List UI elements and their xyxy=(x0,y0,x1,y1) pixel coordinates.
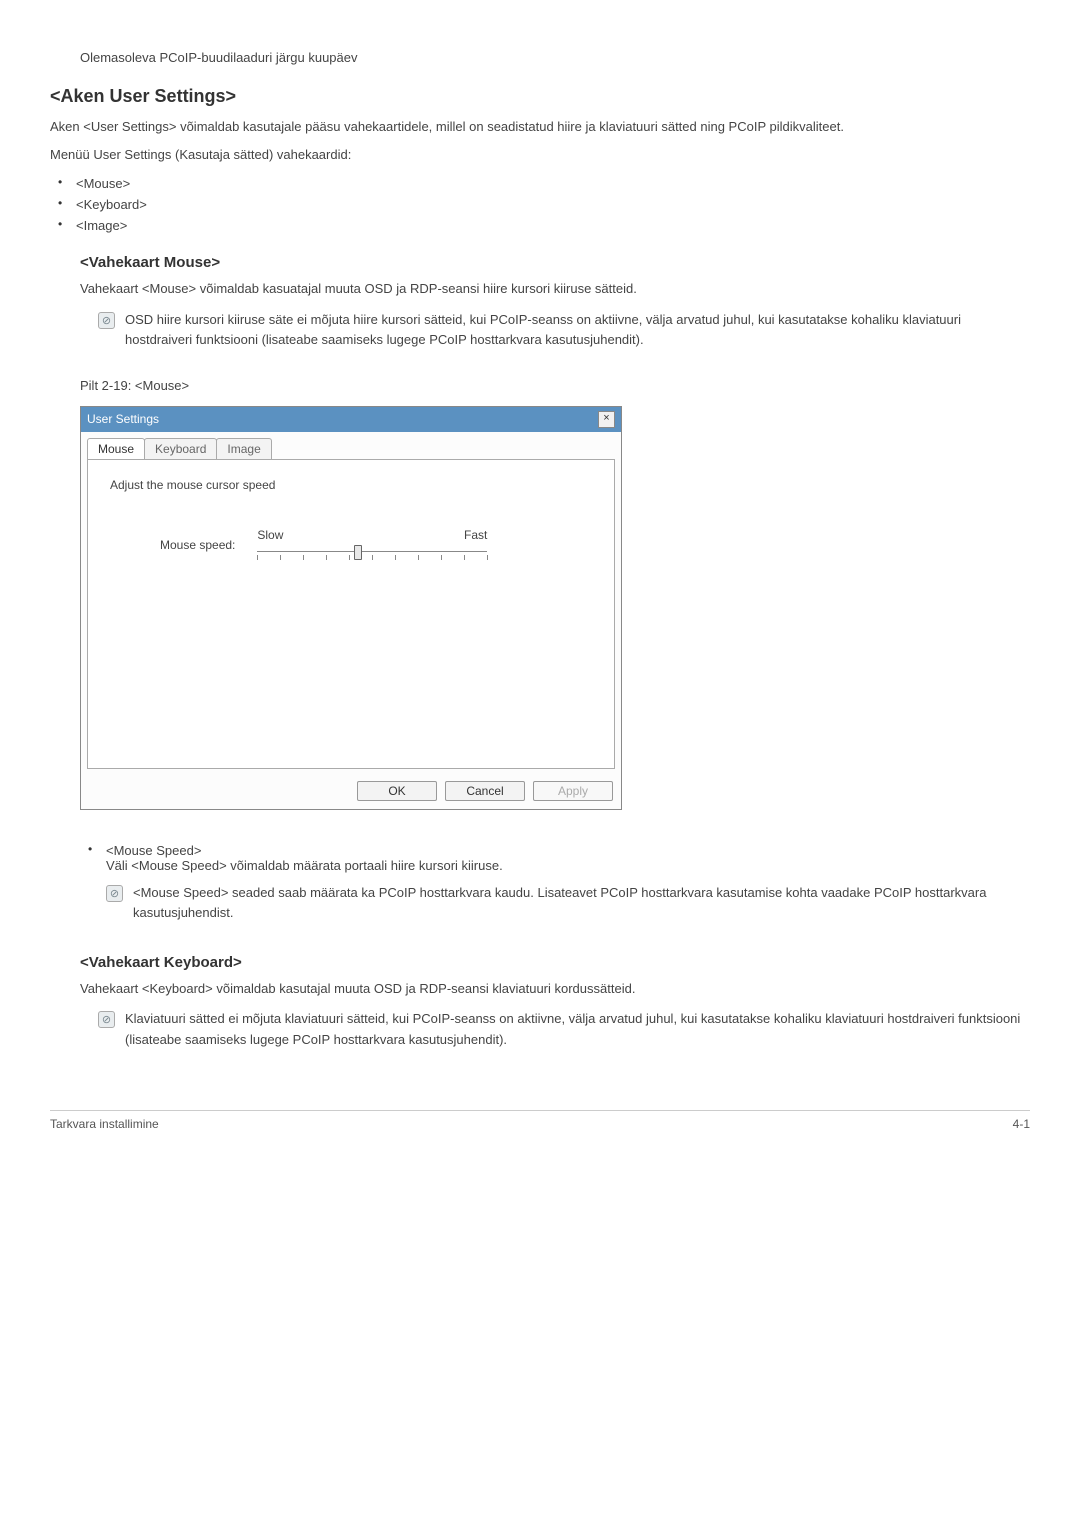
slider-slow-label: Slow xyxy=(257,528,283,542)
menu-list: <Mouse> <Keyboard> <Image> xyxy=(50,173,1030,236)
page-footer: Tarkvara installimine 4-1 xyxy=(50,1117,1030,1131)
mouse-speed-slider[interactable]: Slow Fast xyxy=(257,528,487,562)
slider-row: Mouse speed: Slow Fast xyxy=(110,528,592,562)
keyboard-note-text: Klaviatuuri sätted ei mõjuta klaviatuuri… xyxy=(125,1009,1030,1049)
info-icon: ⊘ xyxy=(98,1011,115,1028)
slider-thumb[interactable] xyxy=(354,545,362,560)
menu-item-mouse: <Mouse> xyxy=(50,173,1030,194)
cancel-button[interactable]: Cancel xyxy=(445,781,525,801)
dialog-body: Adjust the mouse cursor speed Mouse spee… xyxy=(87,459,615,769)
tab-keyboard[interactable]: Keyboard xyxy=(144,438,217,459)
menu-intro: Menüü User Settings (Kasutaja sätted) va… xyxy=(50,145,1030,165)
keyboard-note: ⊘ Klaviatuuri sätted ei mõjuta klaviatuu… xyxy=(98,1009,1030,1049)
tab-image[interactable]: Image xyxy=(216,438,271,459)
slider-tick xyxy=(418,555,419,560)
slider-tick xyxy=(395,555,396,560)
mouse-speed-note-text: <Mouse Speed> seaded saab määrata ka PCo… xyxy=(133,883,1030,923)
slider-tick xyxy=(441,555,442,560)
mouse-note: ⊘ OSD hiire kursori kiiruse säte ei mõju… xyxy=(98,310,1030,350)
mouse-note-text: OSD hiire kursori kiiruse säte ei mõjuta… xyxy=(125,310,1030,350)
slider-track[interactable] xyxy=(257,544,487,562)
dialog-title: User Settings xyxy=(87,412,159,426)
slider-tick xyxy=(257,555,258,560)
dialog-instruction: Adjust the mouse cursor speed xyxy=(110,478,592,492)
slider-tick xyxy=(464,555,465,560)
heading-user-settings: <Aken User Settings> xyxy=(50,86,1030,107)
slider-tick xyxy=(349,555,350,560)
slider-line xyxy=(257,551,487,552)
heading-keyboard-tab: <Vahekaart Keyboard> xyxy=(80,954,1030,971)
info-icon: ⊘ xyxy=(106,885,123,902)
keyboard-tab-desc: Vahekaart <Keyboard> võimaldab kasutajal… xyxy=(80,979,1030,999)
footer-right: 4-1 xyxy=(1013,1117,1030,1131)
mouse-speed-note: ⊘ <Mouse Speed> seaded saab määrata ka P… xyxy=(106,883,1030,923)
menu-item-image: <Image> xyxy=(50,215,1030,236)
mouse-tab-desc: Vahekaart <Mouse> võimaldab kasuatajal m… xyxy=(80,279,1030,299)
user-settings-dialog: User Settings × Mouse Keyboard Image Adj… xyxy=(80,406,622,810)
footer-left: Tarkvara installimine xyxy=(50,1117,159,1131)
slider-tick xyxy=(326,555,327,560)
mouse-speed-desc: Väli <Mouse Speed> võimaldab määrata por… xyxy=(106,858,1030,873)
menu-item-keyboard: <Keyboard> xyxy=(50,194,1030,215)
info-icon: ⊘ xyxy=(98,312,115,329)
dialog-tabs: Mouse Keyboard Image xyxy=(81,432,621,459)
slider-tick xyxy=(280,555,281,560)
slider-tick xyxy=(303,555,304,560)
figure-caption: Pilt 2-19: <Mouse> xyxy=(80,376,1030,396)
footer-divider xyxy=(50,1110,1030,1111)
top-existing-note: Olemasoleva PCoIP-buudilaaduri järgu kuu… xyxy=(80,48,1030,68)
tab-mouse[interactable]: Mouse xyxy=(87,438,145,459)
mouse-speed-list: <Mouse Speed> Väli <Mouse Speed> võimald… xyxy=(80,840,1030,936)
ok-button[interactable]: OK xyxy=(357,781,437,801)
dialog-buttons: OK Cancel Apply xyxy=(81,775,621,809)
heading-mouse-tab: <Vahekaart Mouse> xyxy=(80,254,1030,271)
mouse-speed-item: <Mouse Speed> Väli <Mouse Speed> võimald… xyxy=(80,840,1030,936)
dialog-titlebar: User Settings × xyxy=(81,407,621,432)
slider-tick xyxy=(487,555,488,560)
apply-button[interactable]: Apply xyxy=(533,781,613,801)
mouse-speed-label: <Mouse Speed> xyxy=(106,843,201,858)
slider-label: Mouse speed: xyxy=(160,538,235,552)
close-icon[interactable]: × xyxy=(598,411,615,428)
slider-tick xyxy=(372,555,373,560)
slider-fast-label: Fast xyxy=(464,528,487,542)
intro-paragraph: Aken <User Settings> võimaldab kasutajal… xyxy=(50,117,1030,137)
